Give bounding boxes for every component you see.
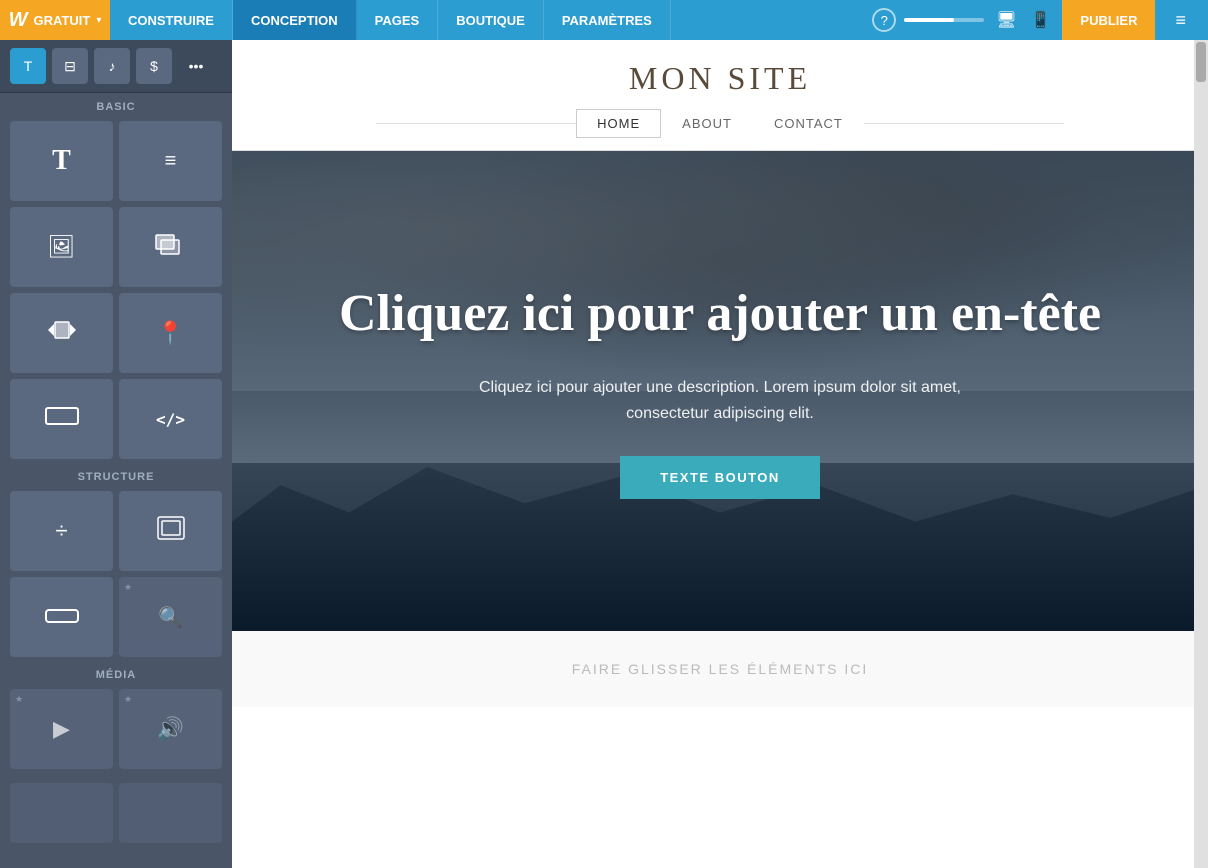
separator-widget-icon: ≡ xyxy=(165,150,177,173)
nav-item-boutique[interactable]: BOUTIQUE xyxy=(438,0,544,40)
device-icons: 🖥 📱 xyxy=(992,8,1054,32)
more-tab-icon: ••• xyxy=(189,58,204,74)
box-widget-icon xyxy=(44,406,80,432)
widget-button[interactable] xyxy=(10,577,113,657)
widget-extra2[interactable] xyxy=(119,783,222,843)
music-tab-icon: ♪ xyxy=(109,58,116,74)
text-widget-icon: T xyxy=(52,145,71,177)
top-navigation: W GRATUIT ▾ CONSTRUIRE CONCEPTION PAGES … xyxy=(0,0,1208,40)
image-widget-icon: 🖼 xyxy=(48,234,76,260)
nav-items: CONSTRUIRE CONCEPTION PAGES BOUTIQUE PAR… xyxy=(110,0,862,40)
widget-code[interactable]: </> xyxy=(119,379,222,459)
sidebar-structure-grid: ÷ ★ 🔍 xyxy=(0,487,232,661)
map-widget-icon: 📍 xyxy=(157,320,184,346)
nav-link-about[interactable]: ABOUT xyxy=(661,109,753,138)
video-widget-icon: ▶ xyxy=(53,716,70,742)
star-badge-search: ★ xyxy=(124,582,132,593)
hero-title[interactable]: Cliquez ici pour ajouter un en-tête xyxy=(339,283,1101,345)
hero-section[interactable]: Cliquez ici pour ajouter un en-tête Cliq… xyxy=(232,151,1208,631)
audio-widget-icon: 🔊 xyxy=(157,716,184,742)
scrollbar[interactable] xyxy=(1194,40,1208,868)
widget-divider[interactable]: ÷ xyxy=(10,491,113,571)
nav-links: HOME ABOUT CONTACT xyxy=(576,109,864,138)
main-area: T ⊟ ♪ $ ••• BASIC T ≡ 🖼 xyxy=(0,40,1208,868)
star-badge-audio: ★ xyxy=(124,694,132,705)
button-widget-icon xyxy=(44,604,80,630)
sidebar: T ⊟ ♪ $ ••• BASIC T ≡ 🖼 xyxy=(0,40,232,868)
publish-button[interactable]: PUBLIER xyxy=(1062,0,1155,40)
help-button[interactable]: ? xyxy=(872,8,896,32)
scrollbar-thumb[interactable] xyxy=(1196,42,1206,82)
money-tab-icon: $ xyxy=(150,58,158,74)
section-label-media: MÉDIA xyxy=(0,661,232,685)
text-tab-icon: T xyxy=(24,58,33,74)
divider-widget-icon: ÷ xyxy=(55,518,67,544)
mobile-icon[interactable]: 📱 xyxy=(1027,8,1055,32)
widget-separator[interactable]: ≡ xyxy=(119,121,222,201)
widget-gallery[interactable] xyxy=(119,207,222,287)
sidebar-tab-text[interactable]: T xyxy=(10,48,46,84)
widget-video[interactable]: ★ ▶ xyxy=(10,689,113,769)
sidebar-tab-music[interactable]: ♪ xyxy=(94,48,130,84)
widget-map[interactable]: 📍 xyxy=(119,293,222,373)
slideshow-widget-icon xyxy=(44,318,80,348)
nav-item-construire[interactable]: CONSTRUIRE xyxy=(110,0,233,40)
site-header: MON SITE HOME ABOUT CONTACT xyxy=(232,40,1208,151)
widget-text[interactable]: T xyxy=(10,121,113,201)
hero-description[interactable]: Cliquez ici pour ajouter une description… xyxy=(440,375,1000,426)
sidebar-tab-layout[interactable]: ⊟ xyxy=(52,48,88,84)
sidebar-tab-more[interactable]: ••• xyxy=(178,48,214,84)
hero-button[interactable]: TEXTE BOUTON xyxy=(620,456,820,499)
section-label-structure: STRUCTURE xyxy=(0,463,232,487)
website-preview: MON SITE HOME ABOUT CONTACT xyxy=(232,40,1208,868)
widget-audio[interactable]: ★ 🔊 xyxy=(119,689,222,769)
logo-label: GRATUIT xyxy=(34,13,91,28)
hamburger-menu-icon[interactable]: ≡ xyxy=(1163,10,1198,31)
sidebar-media-grid: ★ ▶ ★ 🔊 xyxy=(0,685,232,773)
widget-box[interactable] xyxy=(10,379,113,459)
content-area: MON SITE HOME ABOUT CONTACT xyxy=(232,40,1208,868)
search-widget-icon: 🔍 xyxy=(158,605,183,630)
zoom-fill xyxy=(904,18,954,22)
gallery-widget-icon xyxy=(155,231,187,264)
hero-content: Cliquez ici pour ajouter un en-tête Cliq… xyxy=(299,283,1141,500)
widget-slideshow[interactable] xyxy=(10,293,113,373)
layout-tab-icon: ⊟ xyxy=(64,58,76,75)
sidebar-extra-grid xyxy=(0,779,232,847)
nav-item-conception[interactable]: CONCEPTION xyxy=(233,0,357,40)
site-title[interactable]: MON SITE xyxy=(232,60,1208,97)
desktop-icon[interactable]: 🖥 xyxy=(992,8,1020,32)
sidebar-tabs-row: T ⊟ ♪ $ ••• xyxy=(0,40,232,93)
code-widget-icon: </> xyxy=(156,410,185,429)
nav-item-pages[interactable]: PAGES xyxy=(357,0,439,40)
section-label-basic: BASIC xyxy=(0,93,232,117)
nav-line-right xyxy=(864,123,1064,124)
nav-line-left xyxy=(376,123,576,124)
sidebar-tab-money[interactable]: $ xyxy=(136,48,172,84)
nav-link-home[interactable]: HOME xyxy=(576,109,661,138)
nav-item-parametres[interactable]: PARAMÈTRES xyxy=(544,0,671,40)
site-navigation: HOME ABOUT CONTACT xyxy=(232,97,1208,151)
star-badge-video: ★ xyxy=(15,694,23,705)
widget-image[interactable]: 🖼 xyxy=(10,207,113,287)
logo-button[interactable]: W GRATUIT ▾ xyxy=(0,0,110,40)
embed-widget-icon xyxy=(156,515,186,547)
logo-w-letter: W xyxy=(9,9,28,32)
widget-search[interactable]: ★ 🔍 xyxy=(119,577,222,657)
nav-link-contact[interactable]: CONTACT xyxy=(753,109,864,138)
sidebar-basic-grid: T ≡ 🖼 xyxy=(0,117,232,463)
widget-extra1[interactable] xyxy=(10,783,113,843)
logo-dropdown-icon: ▾ xyxy=(96,15,101,26)
widget-embed[interactable] xyxy=(119,491,222,571)
drag-drop-zone: FAIRE GLISSER LES ÉLÉMENTS ICI xyxy=(232,631,1208,707)
zoom-slider[interactable] xyxy=(904,18,984,22)
nav-right-area: ? 🖥 📱 PUBLIER ≡ xyxy=(862,0,1208,40)
